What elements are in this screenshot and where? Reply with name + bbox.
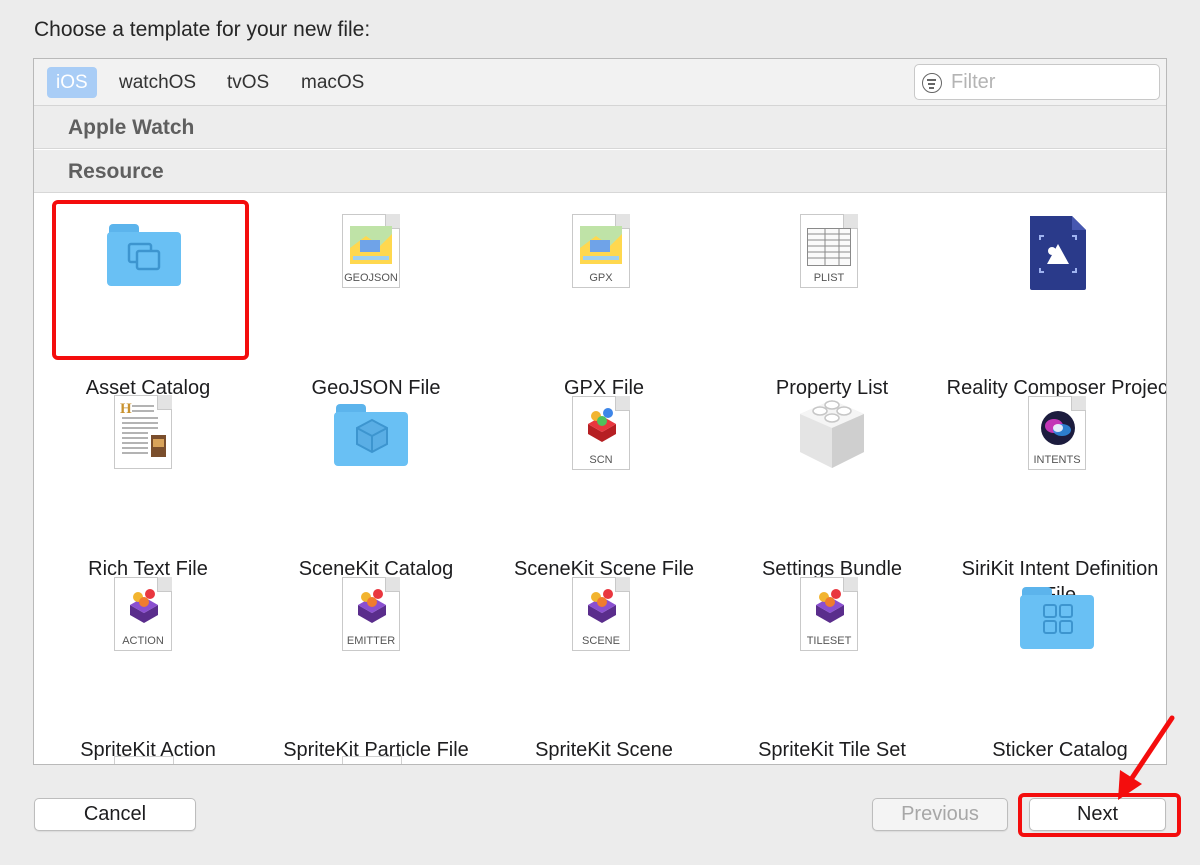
svg-text:H: H xyxy=(120,401,132,417)
file-type-badge: SCN xyxy=(589,454,613,466)
lego-brick-icon xyxy=(796,394,868,472)
file-type-badge: EMITTER xyxy=(346,635,396,647)
file-type-badge: ACTION xyxy=(122,635,164,647)
document-icon xyxy=(114,756,174,764)
template-spritekit-tile-set[interactable]: TILESET SpriteKit Tile Set xyxy=(718,561,946,761)
folder-icon xyxy=(334,402,414,468)
document-icon: ACTION xyxy=(114,577,174,653)
platform-bar: iOS watchOS tvOS macOS Filter xyxy=(34,59,1166,106)
document-icon: SCENE xyxy=(572,577,632,653)
template-scenekit-catalog[interactable]: SceneKit Catalog xyxy=(262,380,490,580)
document-icon: EMITTER xyxy=(342,577,402,653)
file-type-badge: SCENE xyxy=(582,635,620,647)
template-scenekit-scene-file[interactable]: SCN SceneKit Scene File xyxy=(490,380,718,580)
document-icon: GPX xyxy=(572,214,632,290)
folder-icon xyxy=(1020,585,1100,651)
rich-text-icon: H xyxy=(114,395,174,471)
filter-icon xyxy=(922,73,942,93)
template-label: SpriteKit Scene xyxy=(535,739,673,761)
previous-button[interactable]: Previous xyxy=(872,798,1008,831)
template-geojson-file[interactable]: GEOJSON GeoJSON File xyxy=(262,194,490,399)
file-type-badge: GEOJSON xyxy=(344,272,398,284)
template-label: SpriteKit Tile Set xyxy=(758,739,906,761)
reality-composer-icon xyxy=(1028,214,1088,292)
file-type-badge: PLIST xyxy=(813,272,845,284)
file-type-badge: INTENTS xyxy=(1033,454,1081,466)
document-icon: GEOJSON xyxy=(342,214,402,290)
template-spritekit-scene[interactable]: SCENE SpriteKit Scene xyxy=(490,561,718,761)
section-resource: Resource xyxy=(34,150,1166,193)
template-spritekit-action[interactable]: ACTION SpriteKit Action xyxy=(34,561,262,761)
tab-watchos[interactable]: watchOS xyxy=(110,67,205,98)
filter-field[interactable]: Filter xyxy=(914,64,1160,100)
file-type-badge: TILESET xyxy=(806,635,852,647)
template-sirikit-intent-definition-file[interactable]: INTENTS SiriKit Intent Definition File xyxy=(946,380,1166,606)
template-property-list[interactable]: PLIST Property List xyxy=(718,194,946,399)
document-icon: PLIST xyxy=(800,214,860,290)
template-rich-text-file[interactable]: H Rich Text File xyxy=(34,380,262,580)
template-panel: iOS watchOS tvOS macOS Filter Apple Watc… xyxy=(33,58,1167,765)
template-reality-composer-project[interactable]: Reality Composer Project xyxy=(946,194,1166,399)
template-gpx-file[interactable]: GPX GPX File xyxy=(490,194,718,399)
file-type-badge: GPX xyxy=(589,272,613,284)
document-icon xyxy=(342,756,402,764)
section-apple-watch[interactable]: Apple Watch xyxy=(34,106,1166,149)
dialog-heading: Choose a template for your new file: xyxy=(34,18,371,41)
document-icon: INTENTS xyxy=(1028,396,1088,472)
template-settings-bundle[interactable]: Settings Bundle xyxy=(718,380,946,580)
selection-annotation-box xyxy=(52,200,249,360)
tab-tvos[interactable]: tvOS xyxy=(218,67,278,98)
template-spritekit-particle-file[interactable]: EMITTER SpriteKit Particle File xyxy=(262,561,490,761)
tab-ios[interactable]: iOS xyxy=(47,67,97,98)
tab-macos[interactable]: macOS xyxy=(292,67,373,98)
annotation-arrow-icon xyxy=(1118,715,1175,800)
cancel-button[interactable]: Cancel xyxy=(34,798,196,831)
filter-placeholder: Filter xyxy=(951,71,996,93)
document-icon: TILESET xyxy=(800,577,860,653)
document-icon: SCN xyxy=(572,396,632,472)
